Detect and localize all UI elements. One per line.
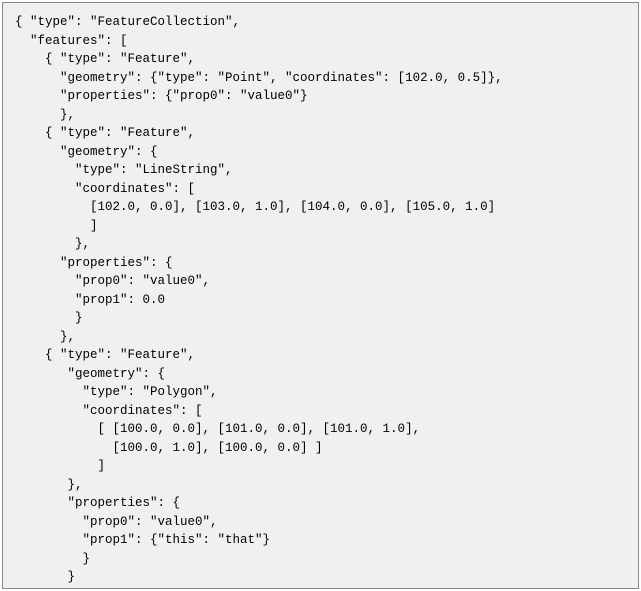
code-content: { "type": "FeatureCollection", "features… [15, 13, 626, 589]
code-block: { "type": "FeatureCollection", "features… [2, 2, 639, 589]
